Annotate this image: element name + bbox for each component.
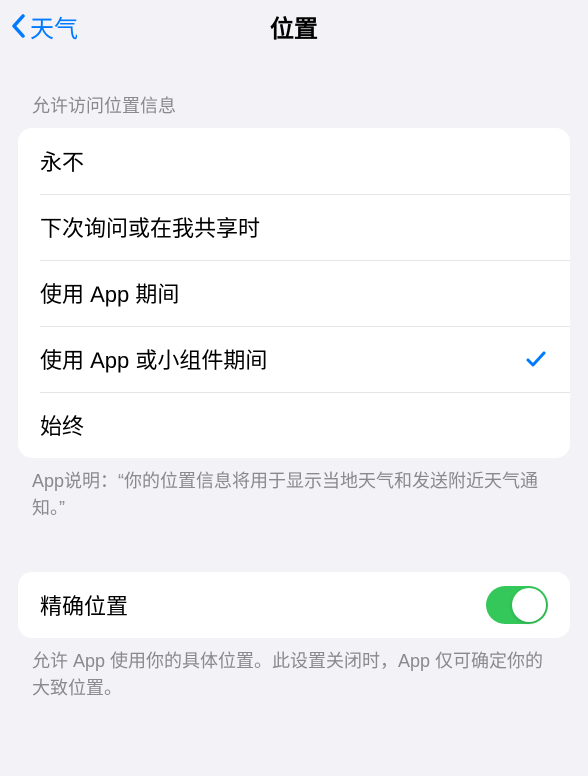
section-footer-precise: 允许 App 使用你的具体位置。此设置关闭时，App 仅可确定你的大致位置。 bbox=[0, 638, 588, 702]
option-label: 始终 bbox=[40, 409, 548, 441]
checkmark-icon bbox=[524, 347, 548, 371]
section-footer-app-description: App说明：“你的位置信息将用于显示当地天气和发送附近天气通知。” bbox=[0, 458, 588, 522]
option-label: 永不 bbox=[40, 145, 548, 177]
option-label: 使用 App 或小组件期间 bbox=[40, 343, 524, 375]
back-button[interactable]: 天气 bbox=[10, 9, 78, 44]
option-ask-next-time[interactable]: 下次询问或在我共享时 bbox=[18, 194, 570, 260]
location-access-group: 永不 下次询问或在我共享时 使用 App 期间 使用 App 或小组件期间 始终 bbox=[18, 128, 570, 458]
option-while-using-widgets[interactable]: 使用 App 或小组件期间 bbox=[18, 326, 570, 392]
option-label: 下次询问或在我共享时 bbox=[40, 211, 548, 243]
precise-location-row[interactable]: 精确位置 bbox=[18, 572, 570, 638]
back-label: 天气 bbox=[30, 9, 78, 44]
precise-location-group: 精确位置 bbox=[18, 572, 570, 638]
chevron-left-icon bbox=[10, 12, 28, 40]
section-header-access: 允许访问位置信息 bbox=[0, 92, 588, 128]
option-never[interactable]: 永不 bbox=[18, 128, 570, 194]
toggle-knob bbox=[512, 588, 546, 622]
navigation-bar: 天气 位置 bbox=[0, 0, 588, 52]
option-always[interactable]: 始终 bbox=[18, 392, 570, 458]
page-title: 位置 bbox=[270, 9, 318, 44]
option-label: 使用 App 期间 bbox=[40, 277, 548, 309]
precise-location-toggle[interactable] bbox=[486, 586, 548, 624]
option-while-using[interactable]: 使用 App 期间 bbox=[18, 260, 570, 326]
precise-location-label: 精确位置 bbox=[40, 589, 486, 621]
